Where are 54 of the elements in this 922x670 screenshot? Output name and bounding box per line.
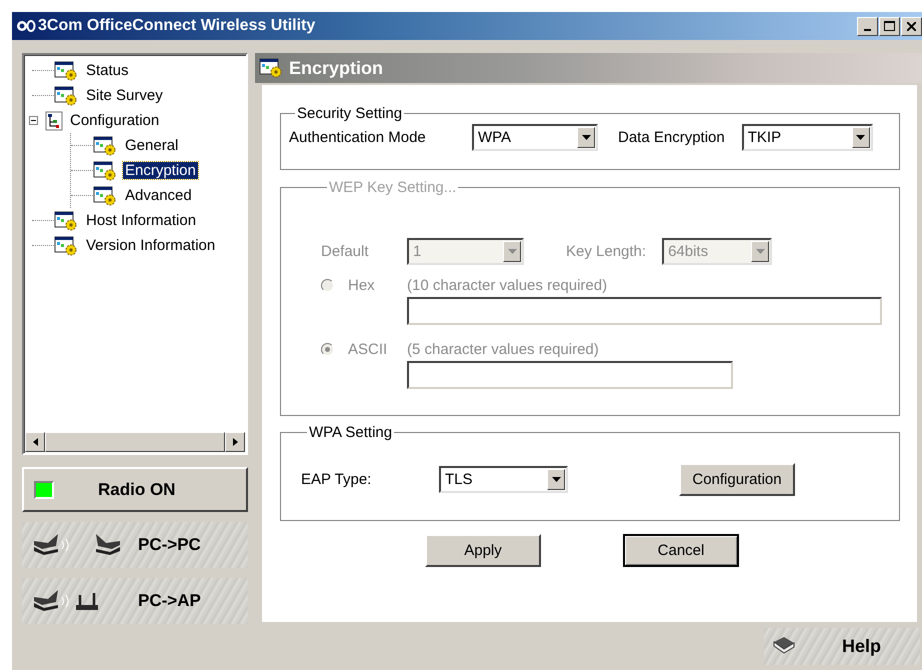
hint-text: (10 character values required) [407,277,608,294]
option-label: ASCII [348,341,388,358]
tree-item[interactable]: General [123,137,180,154]
window-title: 3Com OfficeConnect Wireless Utility [38,17,316,35]
close-icon [907,22,916,30]
radio-toggle-button[interactable]: Radio ON [22,467,248,512]
group-title: WEP Key Setting... [328,179,458,196]
dialog-button[interactable]: Cancel [623,534,739,567]
radio-status-label: Radio ON [98,480,176,500]
minimize-button[interactable] [857,16,878,36]
connection-mode-label: PC->AP [138,591,201,611]
help-label: Help [842,636,882,656]
eap-type-dropdown[interactable]: TLS [439,466,568,493]
field-label: Authentication Mode [289,129,427,146]
help-button[interactable]: Help [764,628,920,664]
connection-mode-button[interactable]: PC->PC [22,522,248,568]
field-label: Key Length: [566,243,646,260]
group-title: Security Setting [296,105,404,122]
data-encryption-dropdown[interactable]: TKIP [742,124,873,151]
left-arrow-icon [32,438,38,446]
book-icon [772,636,796,656]
right-arrow-icon [232,438,238,446]
connection-mode-label: PC->PC [138,535,201,555]
maximize-icon [884,21,895,31]
option-label: Hex [348,277,375,294]
field-label: EAP Type: [301,471,372,488]
tree-item[interactable]: Host Information [84,212,198,229]
field-label: Data Encryption [618,129,725,146]
group-title: WPA Setting [308,424,394,441]
hierarchy-icon [44,110,64,130]
caret-icon [856,135,866,140]
dialog-button[interactable]: Apply [425,534,541,567]
minimize-icon [864,28,871,30]
tree-item[interactable]: Configuration [68,112,162,129]
hint-text: (5 character values required) [407,341,600,358]
caret-icon [756,249,765,254]
caret-icon [508,249,516,254]
caret-icon [582,135,590,140]
tree-item[interactable]: Version Information [84,237,218,254]
collapse-icon[interactable] [29,116,38,125]
configuration-button[interactable]: Configuration [679,463,795,496]
caret-icon [552,477,560,482]
app-logo-icon [16,19,36,33]
connection-mode-button[interactable]: PC->AP [22,578,248,624]
maximize-button[interactable] [879,16,900,36]
authentication-mode-dropdown[interactable]: WPA [472,124,598,151]
tree-item[interactable]: Site Survey [84,87,165,104]
panel-title: Encryption [289,58,384,78]
horizontal-scrollbar[interactable] [25,432,245,452]
close-button[interactable] [901,16,922,36]
field-label: Default [321,243,370,260]
tree-item[interactable]: Encryption [123,162,198,179]
tree-item[interactable]: Status [84,62,131,79]
tree-item[interactable]: Advanced [123,187,194,204]
